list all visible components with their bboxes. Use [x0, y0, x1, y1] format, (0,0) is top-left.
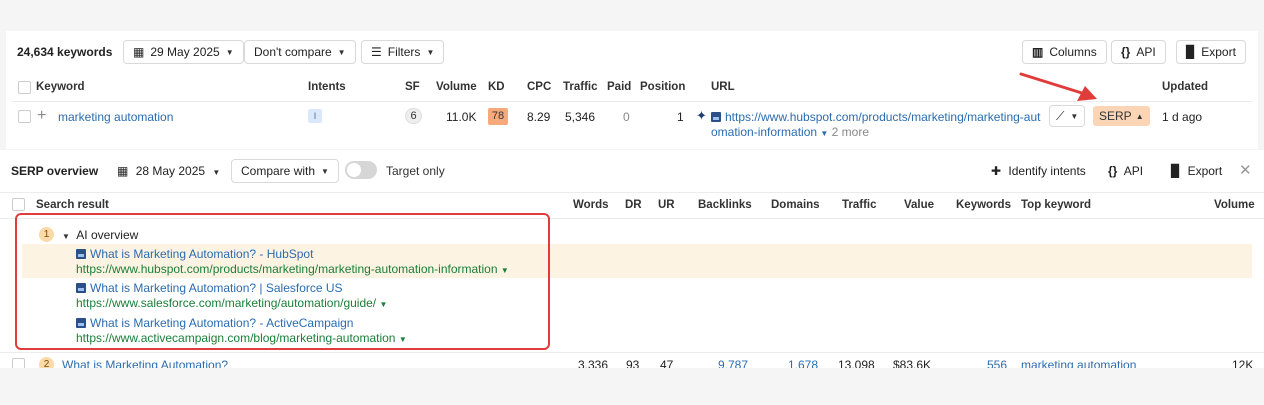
col-backlinks[interactable]: Backlinks [698, 199, 752, 211]
chevron-down-icon: ▼ [1070, 111, 1079, 121]
compare-with-dropdown[interactable]: Compare with ▼ [231, 159, 339, 183]
url-line2[interactable]: omation-information ▼ 2 more [711, 125, 869, 139]
sparkle-icon: ✦ [696, 108, 707, 123]
col-dr[interactable]: DR [625, 199, 642, 211]
more-link[interactable]: 2 more [832, 125, 869, 139]
trend-icon: ⟋ [1056, 108, 1065, 123]
kd-badge: 78 [488, 108, 508, 125]
backlinks-value[interactable]: 9,787 [718, 358, 748, 368]
chevron-down-icon: ▼ [337, 47, 346, 57]
result-title[interactable]: What is Marketing Automation? [62, 358, 228, 368]
calendar-icon: ▦ [133, 45, 145, 59]
col-intents[interactable]: Intents [308, 81, 346, 93]
export-icon: ▉ [1171, 164, 1181, 178]
col-words[interactable]: Words [573, 199, 609, 211]
words-value: 3,336 [578, 358, 609, 368]
serp-date-picker[interactable]: ▦ 28 May 2025 ▼ [117, 164, 220, 178]
filters-button[interactable]: ☰ Filters ▼ [361, 40, 445, 64]
top-keyword-link[interactable]: marketing automation [1021, 358, 1136, 368]
table-row: 2 What is Marketing Automation? 3,336 93… [0, 354, 1264, 368]
chevron-down-icon[interactable]: ▼ [820, 129, 828, 138]
arrow-icon [1019, 72, 1097, 101]
identify-intents-button[interactable]: ✚ Identify intents [991, 164, 1086, 178]
date-picker[interactable]: ▦ 29 May 2025 ▼ [123, 40, 244, 64]
col-paid[interactable]: Paid [607, 81, 631, 93]
serp-api-button[interactable]: {} API [1108, 164, 1143, 178]
row-checkbox[interactable] [18, 110, 31, 123]
export-button[interactable]: ▉ Export [1176, 40, 1246, 64]
keyword-link[interactable]: marketing automation [58, 110, 173, 124]
chevron-down-icon: ▼ [321, 166, 329, 176]
chevron-down-icon: ▼ [426, 47, 435, 57]
columns-button[interactable]: ▥ Columns [1022, 40, 1107, 64]
col-keyword[interactable]: Keyword [36, 81, 85, 93]
keywords-value[interactable]: 556 [987, 358, 1007, 368]
row-checkbox[interactable] [12, 358, 25, 368]
braces-icon: {} [1108, 164, 1118, 178]
col-keywords[interactable]: Keywords [956, 199, 1011, 211]
col-kd[interactable]: KD [488, 81, 505, 93]
chevron-down-icon: ▼ [212, 168, 221, 177]
filter-icon: ☰ [371, 45, 382, 59]
ur-value: 47 [660, 358, 674, 368]
col-top-keyword[interactable]: Top keyword [1021, 199, 1091, 211]
col-domains[interactable]: Domains [771, 199, 820, 211]
traffic-value: 13,098 [838, 358, 875, 368]
col-sf[interactable]: SF [405, 81, 420, 93]
col-url[interactable]: URL [711, 81, 735, 93]
col-traffic[interactable]: Traffic [842, 199, 877, 211]
position-value: 1 [677, 110, 684, 124]
braces-icon: {} [1121, 45, 1131, 59]
traffic-value: 5,346 [565, 110, 596, 124]
domains-value[interactable]: 1,678 [788, 358, 818, 368]
serp-button[interactable]: SERP ▲ [1093, 106, 1150, 126]
paid-value: 0 [623, 110, 630, 124]
target-only-toggle[interactable] [345, 161, 377, 179]
url-line1[interactable]: https://www.hubspot.com/products/marketi… [711, 110, 1040, 124]
col-position[interactable]: Position [640, 81, 685, 93]
col-value[interactable]: Value [904, 199, 934, 211]
chevron-up-icon: ▲ [1135, 111, 1144, 121]
target-only-label: Target only [386, 164, 445, 178]
trend-dropdown[interactable]: ⟋ ▼ [1049, 105, 1086, 127]
dr-value: 93 [626, 358, 640, 368]
columns-icon: ▥ [1032, 45, 1044, 59]
divider [0, 192, 1264, 193]
updated-value: 1 d ago [1162, 110, 1203, 124]
col-ur[interactable]: UR [658, 199, 675, 211]
serp-export-button[interactable]: ▉ Export [1171, 164, 1222, 178]
volume-value: 11.0K [446, 110, 477, 124]
col-search-result[interactable]: Search result [36, 199, 109, 211]
col-volume[interactable]: Volume [436, 81, 477, 93]
sparkle-plus-icon: ✚ [991, 164, 1002, 178]
export-icon: ▉ [1186, 45, 1196, 59]
plus-icon[interactable]: + [37, 107, 46, 125]
serp-select-all-checkbox[interactable] [12, 198, 25, 211]
compare-dropdown[interactable]: Don't compare ▼ [244, 40, 356, 64]
bottom-bar [0, 368, 1264, 405]
api-button[interactable]: {} API [1111, 40, 1166, 64]
page-icon [711, 112, 721, 122]
top-bar [0, 0, 1264, 30]
col-updated[interactable]: Updated [1162, 81, 1208, 93]
divider [0, 352, 1264, 353]
cpc-value: 8.29 [527, 110, 551, 124]
col-volume[interactable]: Volume [1214, 199, 1255, 211]
serp-title: SERP overview [11, 164, 99, 178]
keyword-count: 24,634 keywords [17, 45, 113, 59]
close-icon[interactable]: ✕ [1239, 161, 1252, 179]
col-cpc[interactable]: CPC [527, 81, 551, 93]
volume-value: 12K [1232, 358, 1254, 368]
select-all-checkbox[interactable] [18, 81, 31, 94]
position-badge: 2 [39, 357, 54, 368]
col-traffic[interactable]: Traffic [563, 81, 598, 93]
value-value: $83.6K [893, 358, 932, 368]
annotation-highlight-box [15, 213, 550, 350]
sf-badge[interactable]: 6 [405, 108, 422, 124]
chevron-down-icon: ▼ [225, 47, 234, 57]
calendar-icon: ▦ [117, 164, 129, 178]
intent-badge: I [308, 109, 322, 123]
